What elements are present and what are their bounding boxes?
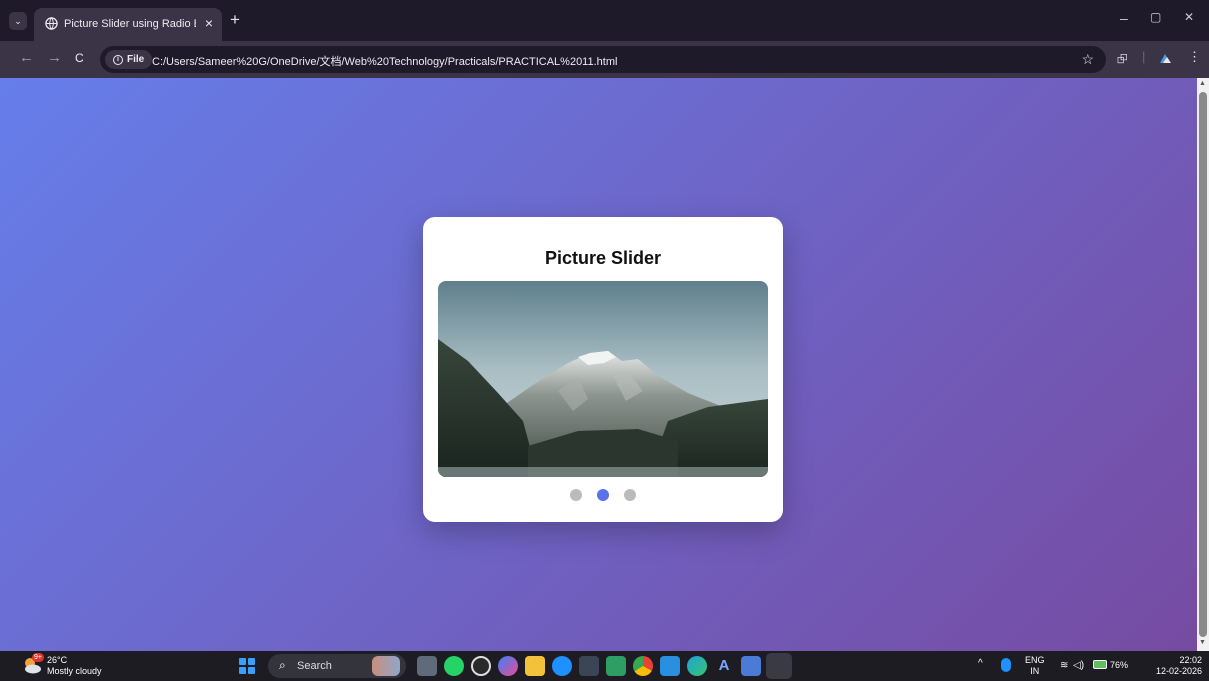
wifi-icon[interactable]: ≋ — [1060, 660, 1068, 671]
page-viewport: Picture Slider — [0, 78, 1197, 651]
back-button[interactable]: ← — [19, 49, 34, 66]
photos-app-icon[interactable] — [606, 656, 626, 676]
windows-taskbar: 9+ 26°C Mostly cloudy ⌕ Search A ^ ENG I… — [0, 651, 1209, 681]
app-a-icon[interactable]: A — [714, 656, 734, 676]
reload-button[interactable]: C — [75, 51, 84, 65]
page-scrollbar[interactable]: ▲ ▼ — [1197, 78, 1209, 651]
tray-overflow-icon[interactable]: ^ — [978, 658, 983, 669]
battery-icon[interactable] — [1093, 660, 1107, 669]
site-info-chip[interactable]: i File — [105, 50, 153, 69]
forward-button[interactable]: → — [47, 49, 62, 66]
bookmark-star-icon[interactable]: ☆ — [1081, 51, 1094, 68]
language-indicator[interactable]: ENG IN — [1025, 655, 1045, 677]
new-tab-button[interactable]: + — [230, 11, 240, 29]
task-view-icon[interactable] — [417, 656, 437, 676]
profile-avatar-icon[interactable] — [1157, 51, 1173, 67]
lang-bottom: IN — [1030, 666, 1040, 676]
address-bar[interactable]: i File C:/Users/Sameer%20G/OneDrive/文档/W… — [100, 46, 1106, 73]
slide-radio-2[interactable] — [597, 489, 609, 501]
windows-start-button[interactable] — [239, 658, 255, 674]
search-icon: ⌕ — [279, 658, 286, 672]
copilot-icon[interactable] — [498, 656, 518, 676]
chrome-icon[interactable] — [633, 656, 653, 676]
minimize-button[interactable]: – — [1120, 10, 1128, 26]
battery-percent: 76% — [1110, 660, 1129, 670]
volume-icon[interactable]: ◁) — [1073, 660, 1084, 671]
weather-cloud-icon: 9+ — [22, 653, 44, 675]
whatsapp-icon[interactable] — [444, 656, 464, 676]
maximize-button[interactable]: ▢ — [1150, 10, 1161, 24]
clock-time: 22:02 — [1179, 655, 1202, 665]
toolbar-divider: | — [1142, 49, 1146, 64]
weather-badge: 9+ — [32, 653, 44, 662]
weather-widget[interactable]: 9+ 26°C Mostly cloudy — [22, 653, 102, 677]
tab-close-icon[interactable]: × — [205, 15, 213, 31]
extensions-icon[interactable]: ⮺ — [1117, 50, 1128, 72]
vscode-icon[interactable] — [660, 656, 680, 676]
browser-menu-icon[interactable]: ⋮ — [1188, 49, 1201, 65]
clock[interactable]: 22:02 12-02-2026 — [1147, 655, 1202, 677]
browser-toolbar: ← → C i File C:/Users/Sameer%20G/OneDriv… — [0, 41, 1209, 78]
tab-strip: ⌄ Picture Slider using Radio Butto × + –… — [0, 0, 1209, 41]
slide-radio-1[interactable] — [570, 489, 582, 501]
search-highlight-icon — [372, 656, 400, 676]
search-placeholder: Search — [297, 660, 332, 672]
scroll-up-arrow-icon[interactable]: ▲ — [1199, 80, 1206, 87]
slide-radio-3[interactable] — [624, 489, 636, 501]
word-icon[interactable] — [741, 656, 761, 676]
terminal-icon[interactable] — [579, 656, 599, 676]
globe-icon — [45, 17, 58, 30]
bluetooth-icon[interactable] — [1001, 658, 1011, 672]
clock-date: 12-02-2026 — [1155, 666, 1202, 676]
tab-search-icon[interactable]: ⌄ — [9, 12, 27, 30]
file-chip-label: File — [127, 54, 145, 65]
close-window-button[interactable]: ✕ — [1184, 10, 1194, 24]
page-title: Picture Slider — [544, 248, 662, 268]
lang-top: ENG — [1025, 655, 1045, 665]
edge-icon[interactable] — [687, 656, 707, 676]
active-app-icon[interactable] — [766, 653, 792, 679]
scroll-down-arrow-icon[interactable]: ▼ — [1199, 639, 1206, 646]
mountain-image — [438, 281, 768, 477]
slider-card: Picture Slider — [423, 217, 783, 522]
weather-temp: 26°C — [47, 655, 68, 665]
bluetooth-app-icon[interactable] — [552, 656, 572, 676]
scroll-thumb[interactable] — [1199, 92, 1207, 637]
taskbar-search[interactable]: ⌕ Search — [268, 654, 406, 678]
slide-image — [438, 281, 768, 477]
tab-active[interactable]: Picture Slider using Radio Butto × — [34, 8, 222, 41]
tab-title: Picture Slider using Radio Butto — [64, 18, 196, 30]
chatgpt-icon[interactable] — [471, 656, 491, 676]
slider-dots — [423, 489, 783, 501]
weather-condition: Mostly cloudy — [47, 666, 102, 676]
file-explorer-icon[interactable] — [525, 656, 545, 676]
url-text[interactable]: C:/Users/Sameer%20G/OneDrive/文档/Web%20Te… — [152, 53, 617, 69]
info-icon: i — [113, 54, 123, 65]
